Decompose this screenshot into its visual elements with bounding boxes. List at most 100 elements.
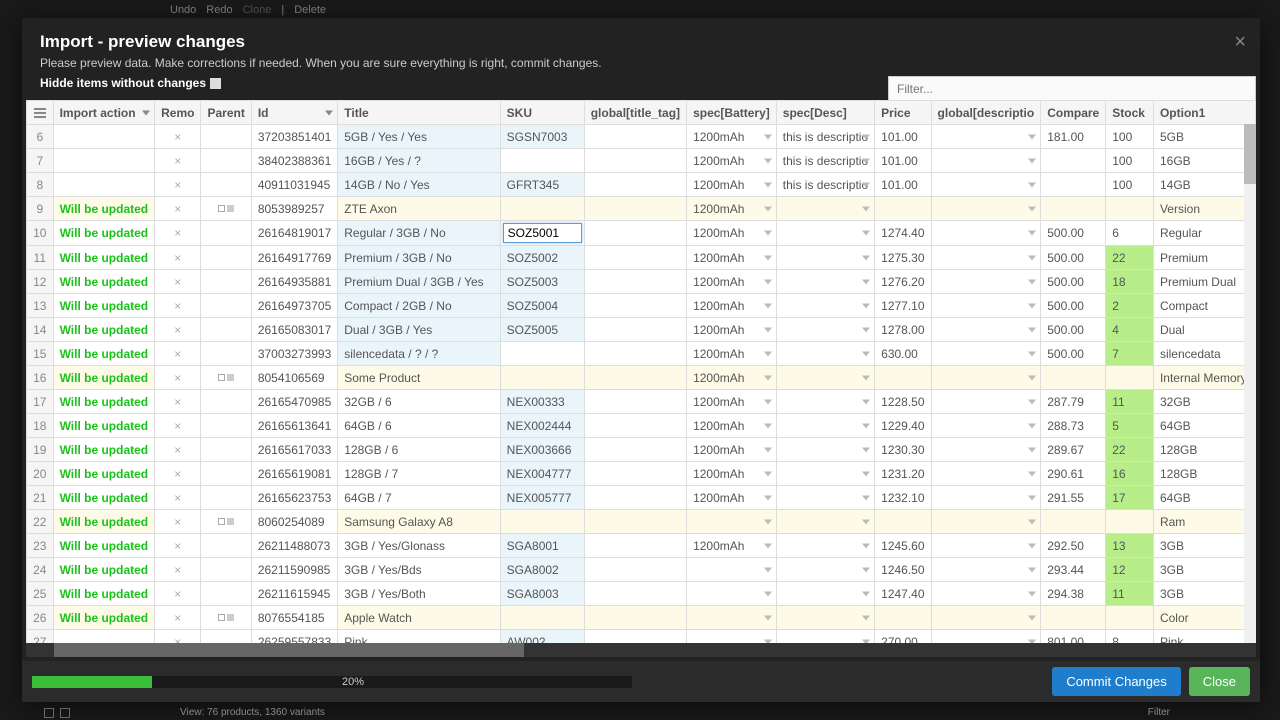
option1-cell[interactable]: 3GB <box>1153 534 1255 558</box>
option1-cell[interactable]: Regular <box>1153 221 1255 246</box>
global-desc-cell[interactable] <box>931 197 1041 221</box>
battery-cell[interactable]: 1200mAh <box>687 149 777 173</box>
table-row[interactable]: 20Will be updated×26165619081128GB / 7NE… <box>27 462 1256 486</box>
table-row[interactable]: 17Will be updated×2616547098532GB / 6NEX… <box>27 390 1256 414</box>
sku-cell[interactable] <box>500 510 584 534</box>
stock-cell[interactable]: 100 <box>1106 173 1154 197</box>
title-tag-cell[interactable] <box>584 510 686 534</box>
battery-cell[interactable]: 1200mAh <box>687 318 777 342</box>
title-cell[interactable]: 3GB / Yes/Glonass <box>338 534 500 558</box>
title-tag-cell[interactable] <box>584 462 686 486</box>
desc-cell[interactable] <box>776 270 874 294</box>
desc-cell[interactable] <box>776 318 874 342</box>
title-cell[interactable]: Samsung Galaxy A8 <box>338 510 500 534</box>
battery-cell[interactable]: 1200mAh <box>687 342 777 366</box>
remove-row-button[interactable]: × <box>155 390 201 414</box>
price-cell[interactable]: 1230.30 <box>875 438 931 462</box>
parent-cell[interactable] <box>201 486 251 510</box>
view-mode-icons[interactable] <box>44 708 70 718</box>
table-row[interactable]: 26Will be updated×8076554185Apple WatchC… <box>27 606 1256 630</box>
price-cell[interactable]: 1232.10 <box>875 486 931 510</box>
option1-cell[interactable]: 3GB <box>1153 582 1255 606</box>
global-desc-cell[interactable] <box>931 366 1041 390</box>
commit-changes-button[interactable]: Commit Changes <box>1052 667 1180 696</box>
desc-cell[interactable] <box>776 630 874 644</box>
table-row[interactable]: 11Will be updated×26164917769Premium / 3… <box>27 246 1256 270</box>
option1-cell[interactable]: 64GB <box>1153 486 1255 510</box>
remove-row-button[interactable]: × <box>155 125 201 149</box>
global-desc-cell[interactable] <box>931 125 1041 149</box>
global-desc-cell[interactable] <box>931 246 1041 270</box>
global-desc-cell[interactable] <box>931 173 1041 197</box>
compare-cell[interactable]: 292.50 <box>1041 534 1106 558</box>
remove-row-button[interactable]: × <box>155 534 201 558</box>
option1-cell[interactable]: Premium <box>1153 246 1255 270</box>
battery-cell[interactable]: 1200mAh <box>687 246 777 270</box>
sku-cell[interactable]: SOZ5005 <box>500 318 584 342</box>
compare-cell[interactable]: 294.38 <box>1041 582 1106 606</box>
sku-cell[interactable] <box>500 342 584 366</box>
parent-cell[interactable] <box>201 438 251 462</box>
global-desc-cell[interactable] <box>931 438 1041 462</box>
global-desc-cell[interactable] <box>931 630 1041 644</box>
remove-row-button[interactable]: × <box>155 462 201 486</box>
parent-cell[interactable] <box>201 582 251 606</box>
price-cell[interactable]: 1245.60 <box>875 534 931 558</box>
col-header[interactable]: Option1 <box>1153 101 1255 125</box>
price-cell[interactable] <box>875 197 931 221</box>
title-cell[interactable]: 3GB / Yes/Bds <box>338 558 500 582</box>
desc-cell[interactable] <box>776 366 874 390</box>
remove-row-button[interactable]: × <box>155 342 201 366</box>
remove-row-button[interactable]: × <box>155 630 201 644</box>
table-row[interactable]: 7×3840238836116GB / Yes / ?1200mAhthis i… <box>27 149 1256 173</box>
battery-cell[interactable]: 1200mAh <box>687 486 777 510</box>
table-row[interactable]: 16Will be updated×8054106569Some Product… <box>27 366 1256 390</box>
option1-cell[interactable]: Dual <box>1153 318 1255 342</box>
stock-cell[interactable]: 18 <box>1106 270 1154 294</box>
title-tag-cell[interactable] <box>584 270 686 294</box>
sku-cell[interactable] <box>500 606 584 630</box>
table-row[interactable]: 8×4091103194514GB / No / YesGFRT3451200m… <box>27 173 1256 197</box>
sku-cell[interactable]: SOZ5002 <box>500 246 584 270</box>
title-tag-cell[interactable] <box>584 221 686 246</box>
title-tag-cell[interactable] <box>584 534 686 558</box>
sku-cell[interactable]: NEX005777 <box>500 486 584 510</box>
parent-cell[interactable] <box>201 197 251 221</box>
col-header[interactable]: Parent <box>201 101 251 125</box>
remove-row-button[interactable]: × <box>155 197 201 221</box>
col-header[interactable]: spec[Battery] <box>687 101 777 125</box>
compare-cell[interactable]: 181.00 <box>1041 125 1106 149</box>
title-tag-cell[interactable] <box>584 486 686 510</box>
option1-cell[interactable]: Compact <box>1153 294 1255 318</box>
price-cell[interactable] <box>875 510 931 534</box>
desc-cell[interactable] <box>776 510 874 534</box>
table-row[interactable]: 23Will be updated×262114880733GB / Yes/G… <box>27 534 1256 558</box>
option1-cell[interactable]: silencedata <box>1153 342 1255 366</box>
stock-cell[interactable]: 11 <box>1106 582 1154 606</box>
sku-cell[interactable]: AW002 <box>500 630 584 644</box>
global-desc-cell[interactable] <box>931 486 1041 510</box>
sku-cell[interactable]: SGA8002 <box>500 558 584 582</box>
stock-cell[interactable]: 11 <box>1106 390 1154 414</box>
stock-cell[interactable]: 100 <box>1106 125 1154 149</box>
parent-cell[interactable] <box>201 462 251 486</box>
global-desc-cell[interactable] <box>931 270 1041 294</box>
remove-row-button[interactable]: × <box>155 149 201 173</box>
title-cell[interactable]: silencedata / ? / ? <box>338 342 500 366</box>
parent-cell[interactable] <box>201 318 251 342</box>
title-tag-cell[interactable] <box>584 125 686 149</box>
desc-cell[interactable] <box>776 197 874 221</box>
global-desc-cell[interactable] <box>931 221 1041 246</box>
title-tag-cell[interactable] <box>584 438 686 462</box>
battery-cell[interactable] <box>687 606 777 630</box>
title-cell[interactable]: Apple Watch <box>338 606 500 630</box>
compare-cell[interactable] <box>1041 606 1106 630</box>
table-row[interactable]: 21Will be updated×2616562375364GB / 7NEX… <box>27 486 1256 510</box>
desc-cell[interactable]: this is descriptio <box>776 173 874 197</box>
battery-cell[interactable]: 1200mAh <box>687 221 777 246</box>
price-cell[interactable] <box>875 606 931 630</box>
stock-cell[interactable]: 2 <box>1106 294 1154 318</box>
remove-row-button[interactable]: × <box>155 510 201 534</box>
menu-icon[interactable] <box>33 108 47 118</box>
stock-cell[interactable]: 7 <box>1106 342 1154 366</box>
